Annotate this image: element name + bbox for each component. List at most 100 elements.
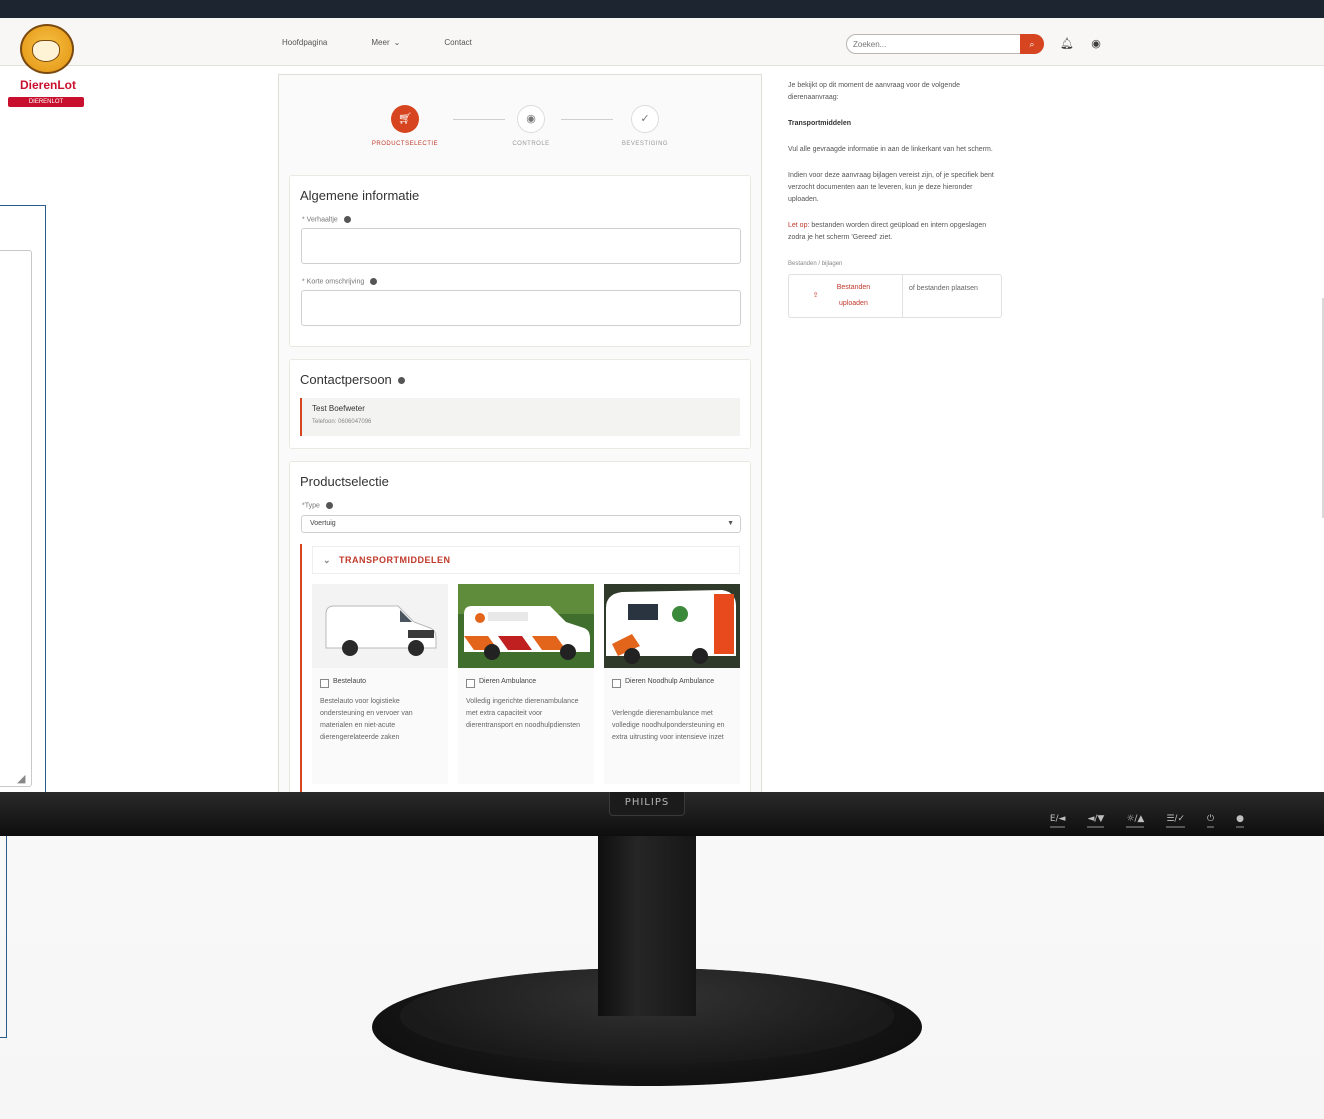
accordion-header[interactable]: ⌄ TRANSPORTMIDDELEN — [312, 546, 740, 574]
main-nav: Hoofdpagina Meer ⌄ Contact — [282, 38, 472, 47]
van-image — [312, 584, 448, 668]
section-title: Productselectie — [300, 474, 389, 489]
checkbox-bestelauto[interactable]: Bestelauto — [320, 678, 440, 688]
power-icon[interactable]: ⏻ — [1207, 814, 1215, 828]
type-select[interactable]: Voertuig ▼ — [301, 515, 741, 533]
field-label-text: * Verhaaltje — [302, 216, 338, 224]
contact-phone: Telefoon: 0606047096 — [312, 419, 372, 425]
monitor-button[interactable]: ☰/✓ — [1166, 814, 1186, 828]
accordion-title: TRANSPORTMIDDELEN — [339, 555, 451, 565]
monitor-screen: DierenLot DIERENLOT Hoofdpagina Meer ⌄ C… — [0, 18, 1324, 794]
ambulance-image — [458, 584, 594, 668]
info-icon[interactable] — [397, 377, 405, 385]
checkbox-ambulance[interactable]: Dieren Ambulance — [466, 678, 586, 688]
checkbox-noodhulp[interactable]: Dieren Noodhulp Ambulance — [612, 678, 732, 688]
omschrijving-textarea[interactable] — [301, 290, 741, 326]
section-title: Algemene informatie — [300, 188, 420, 203]
step-label: BEVESTIGING — [621, 141, 669, 147]
upload-button-label: Bestanden uploaden — [836, 284, 871, 307]
step-bevestiging[interactable]: ✓ BEVESTIGING — [585, 105, 705, 147]
step-controle[interactable]: ◉ CONTROLE — [471, 105, 591, 147]
progress-stepper: 🛒︎ PRODUCTSELECTIE ◉ CONTROLE ✓ BEVESTIG… — [279, 75, 761, 167]
product-card-bestelauto[interactable]: Bestelauto Bestelauto voor logistieke on… — [312, 584, 448, 784]
field-label-omschrijving: * Korte omschrijving — [302, 278, 378, 286]
section-general: Algemene informatie * Verhaaltje * Korte… — [289, 175, 751, 347]
contact-name: Test Boefweter — [312, 404, 365, 413]
info-icon[interactable] — [370, 278, 378, 285]
overlay-border-line — [0, 1037, 7, 1038]
nav-more-label: Meer — [371, 38, 390, 47]
note-text: bestanden worden direct geüpload en inte… — [788, 222, 987, 241]
type-select-value: Voertuig — [310, 520, 336, 527]
transport-accordion: ⌄ TRANSPORTMIDDELEN Bestelauto Bestelaut… — [300, 544, 742, 794]
product-card-noodhulp[interactable]: Dieren Noodhulp Ambulance Verlengde dier… — [604, 584, 740, 784]
user-icon[interactable]: ◉ — [1089, 37, 1103, 51]
nav-more[interactable]: Meer ⌄ — [371, 38, 400, 47]
nav-contact[interactable]: Contact — [444, 38, 472, 47]
monitor-button[interactable]: ☼/▲ — [1126, 814, 1145, 828]
logo-dog-icon — [32, 40, 60, 62]
section-title-text: Contactpersoon — [300, 372, 392, 387]
checkbox[interactable] — [320, 679, 329, 688]
field-label-text: *Type — [302, 502, 320, 510]
info-icon[interactable] — [343, 216, 351, 223]
logo-tagline: DIERENLOT — [8, 97, 84, 107]
logo-name: DierenLot — [19, 78, 76, 92]
checkbox[interactable] — [612, 679, 621, 688]
eye-icon: ◉ — [517, 105, 545, 133]
request-form: 🛒︎ PRODUCTSELECTIE ◉ CONTROLE ✓ BEVESTIG… — [278, 74, 762, 794]
bell-icon[interactable]: 🔔︎ — [1060, 37, 1074, 51]
sidebar-heading: Transportmiddelen — [788, 120, 852, 127]
photo-stage: DierenLot DIERENLOT Hoofdpagina Meer ⌄ C… — [0, 0, 1324, 1119]
noodhulp-ambulance-image — [604, 584, 740, 668]
power-led-icon: ● — [1236, 814, 1244, 828]
chevron-down-icon: ⌄ — [323, 555, 332, 565]
sidebar-paragraph-1: Vul alle gevraagde informatie in aan de … — [788, 146, 993, 153]
product-name: Dieren Noodhulp Ambulance — [625, 678, 715, 685]
cart-icon: 🛒︎ — [391, 105, 419, 133]
checkbox[interactable] — [466, 679, 475, 688]
info-icon[interactable] — [325, 502, 333, 509]
resize-handle-icon[interactable]: ◢ — [17, 773, 29, 785]
nav-home[interactable]: Hoofdpagina — [282, 38, 327, 47]
step-productselectie[interactable]: 🛒︎ PRODUCTSELECTIE — [345, 105, 465, 147]
section-contact: Contactpersoon Test Boefweter Telefoon: … — [289, 359, 751, 449]
check-icon: ✓ — [631, 105, 659, 133]
info-sidebar: Je bekijkt op dit moment de aanvraag voo… — [788, 80, 1002, 318]
search-icon: ⌕ — [1029, 39, 1035, 49]
search-input[interactable] — [853, 38, 1013, 51]
search-button[interactable]: ⌕ — [1020, 34, 1044, 54]
field-label-verhaaltje: * Verhaaltje — [302, 216, 351, 223]
product-card-ambulance[interactable]: Dieren Ambulance Volledig ingerichte die… — [458, 584, 594, 784]
verhaaltje-textarea[interactable] — [301, 228, 741, 264]
monitor-controls: E/◄ ◄/▼ ☼/▲ ☰/✓ ⏻ ● — [1049, 814, 1244, 828]
section-title: Contactpersoon — [300, 372, 405, 387]
product-desc: Verlengde dierenambulance met volledige … — [612, 710, 725, 741]
dierenlot-logo[interactable]: DierenLot DIERENLOT — [8, 22, 86, 112]
file-upload: ⇪ Bestanden uploaden of bestanden plaats… — [788, 274, 1002, 318]
monitor-button[interactable]: ◄/▼ — [1087, 814, 1105, 828]
monitor-stand-neck — [598, 836, 696, 1016]
upload-button[interactable]: ⇪ Bestanden uploaden — [789, 275, 903, 317]
step-label: CONTROLE — [512, 141, 550, 147]
product-name: Bestelauto — [333, 678, 367, 685]
field-label-type: *Type — [302, 502, 333, 509]
sidebar-note: Let op: bestanden worden direct geüpload… — [788, 220, 998, 244]
site-header: DierenLot DIERENLOT Hoofdpagina Meer ⌄ C… — [0, 18, 1324, 107]
overlay-border-line — [6, 805, 7, 1038]
upload-label: Bestanden / bijlagen — [788, 261, 843, 267]
upload-icon: ⇪ — [812, 292, 819, 299]
note-prefix: Let op: — [788, 222, 810, 229]
section-product: Productselectie *Type Voertuig ▼ ⌄ TRANSP… — [289, 461, 751, 794]
search-box: ⌕ — [846, 34, 1044, 54]
monitor-button[interactable]: E/◄ — [1049, 814, 1066, 828]
field-label-text: * Korte omschrijving — [302, 278, 365, 286]
monitor-brand-label: PHILIPS — [609, 792, 685, 816]
chevron-down-icon: ▼ — [727, 520, 734, 527]
upload-dropzone[interactable]: of bestanden plaatsen — [903, 275, 1001, 317]
product-name: Dieren Ambulance — [479, 678, 537, 685]
overlay-textarea[interactable] — [0, 250, 32, 787]
step-label: PRODUCTSELECTIE — [371, 141, 439, 147]
sidebar-intro: Je bekijkt op dit moment de aanvraag voo… — [788, 82, 960, 101]
product-desc: Volledig ingerichte dierenambulance met … — [466, 698, 581, 729]
